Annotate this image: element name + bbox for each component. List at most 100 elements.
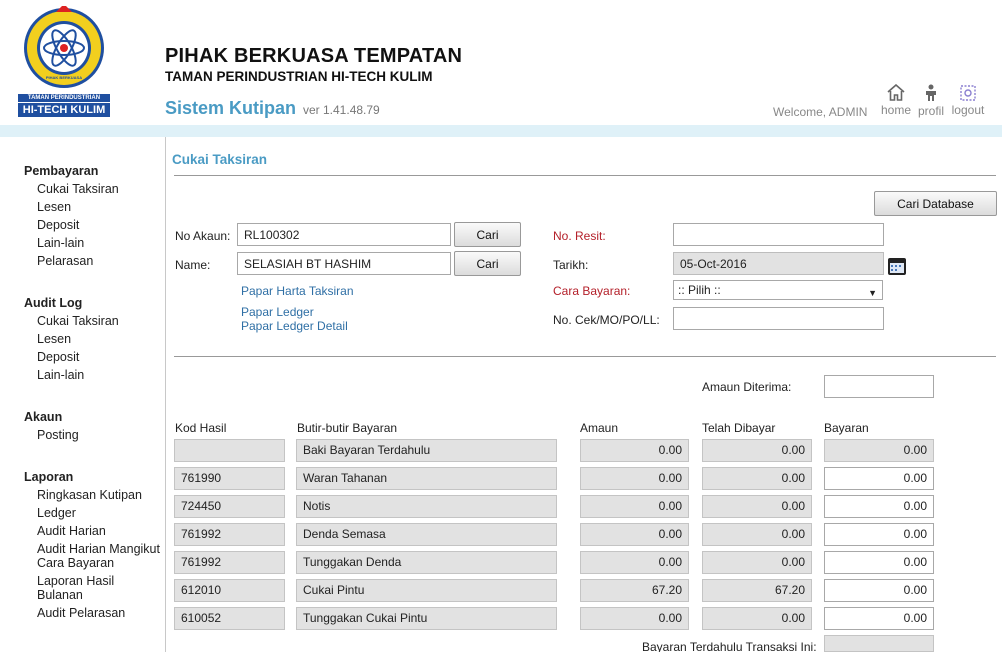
title-divider	[174, 175, 996, 176]
sidebar-item-cukai-taksiran[interactable]: Cukai Taksiran	[24, 180, 164, 198]
nav-logout[interactable]: logout	[950, 84, 986, 117]
main-content: Cukai Taksiran Cari Database No Akaun: C…	[167, 137, 1002, 652]
cari-database-button[interactable]: Cari Database	[874, 191, 997, 216]
cell-telah-dibayar: 0.00	[702, 439, 812, 462]
cell-amaun: 0.00	[580, 523, 689, 546]
nav-home-label: home	[880, 103, 912, 117]
col-header-bayaran: Bayaran	[824, 421, 869, 435]
col-header-butir: Butir-butir Bayaran	[297, 421, 398, 435]
col-header-amaun: Amaun	[580, 421, 619, 435]
sidebar-heading: Audit Log	[24, 296, 83, 310]
sidebar: Pembayaran Cukai Taksiran Lesen Deposit …	[0, 137, 166, 652]
bayaran-input[interactable]: 0.00	[824, 607, 934, 630]
cell-telah-dibayar: 0.00	[702, 523, 812, 546]
sidebar-item-laporan-hasil-bulanan[interactable]: Laporan Hasil Bulanan	[24, 572, 124, 604]
col-header-telah-dibayar: Telah Dibayar	[702, 421, 776, 435]
logo-line1: TAMAN PERINDUSTRIAN	[27, 95, 101, 101]
no-akaun-label: No Akaun:	[175, 229, 231, 243]
sidebar-group-akaun: Akaun Posting	[24, 408, 164, 444]
header-band	[0, 125, 1002, 137]
cell-telah-dibayar: 67.20	[702, 579, 812, 602]
name-label: Name:	[175, 258, 211, 272]
papar-harta-link[interactable]: Papar Harta Taksiran	[241, 284, 354, 298]
cell-kod	[174, 439, 285, 462]
sidebar-group-laporan: Laporan Ringkasan Kutipan Ledger Audit H…	[24, 468, 164, 622]
logout-icon	[960, 85, 976, 101]
papar-ledger-link[interactable]: Papar Ledger	[241, 305, 314, 319]
cell-kod: 761990	[174, 467, 285, 490]
sidebar-item-posting[interactable]: Posting	[24, 426, 164, 444]
sidebar-item-pelarasan[interactable]: Pelarasan	[24, 252, 164, 270]
cell-butir: Tunggakan Cukai Pintu	[296, 607, 557, 630]
sidebar-item-ledger[interactable]: Ledger	[24, 504, 164, 522]
form-divider	[174, 356, 996, 357]
cara-bayaran-select[interactable]: :: Pilih :: ▼	[673, 280, 883, 300]
bayaran-input[interactable]: 0.00	[824, 551, 934, 574]
bayaran-input[interactable]: 0.00	[824, 579, 934, 602]
cell-butir: Tunggakan Denda	[296, 551, 557, 574]
bayaran-input[interactable]: 0.00	[824, 495, 934, 518]
sidebar-group-pembayaran: Pembayaran Cukai Taksiran Lesen Deposit …	[24, 162, 164, 270]
amaun-diterima-input[interactable]	[824, 375, 934, 398]
system-title: Sistem Kutipan	[165, 98, 297, 118]
sidebar-heading: Akaun	[24, 410, 63, 424]
cari-name-button[interactable]: Cari	[454, 251, 521, 276]
bayaran-input[interactable]: 0.00	[824, 467, 934, 490]
sidebar-item-audit-harian[interactable]: Audit Harian	[24, 522, 164, 540]
cari-akaun-button[interactable]: Cari	[454, 222, 521, 247]
bayaran-input[interactable]: 0.00	[824, 523, 934, 546]
col-header-kod-hasil: Kod Hasil	[175, 421, 227, 435]
sidebar-item-audit-deposit[interactable]: Deposit	[24, 348, 164, 366]
sidebar-item-audit-lesen[interactable]: Lesen	[24, 330, 164, 348]
sidebar-group-audit-log: Audit Log Cukai Taksiran Lesen Deposit L…	[24, 294, 164, 384]
page-title: Cukai Taksiran	[172, 152, 268, 167]
cell-kod: 612010	[174, 579, 285, 602]
cara-bayaran-label: Cara Bayaran:	[553, 284, 631, 298]
cell-butir: Notis	[296, 495, 557, 518]
dropdown-arrow-icon: ▼	[868, 288, 877, 298]
logo-top-text: PIHAK BERKUASA TEMPATAN	[45, 75, 83, 80]
cell-kod: 761992	[174, 523, 285, 546]
no-akaun-input[interactable]	[237, 223, 451, 246]
cell-telah-dibayar: 0.00	[702, 607, 812, 630]
sidebar-item-lesen[interactable]: Lesen	[24, 198, 164, 216]
cell-kod: 610052	[174, 607, 285, 630]
sidebar-item-audit-lain-lain[interactable]: Lain-lain	[24, 366, 164, 384]
bayaran-terdahulu-field	[824, 635, 934, 652]
cell-butir: Waran Tahanan	[296, 467, 557, 490]
sidebar-item-audit-pelarasan[interactable]: Audit Pelarasan	[24, 604, 164, 622]
cell-telah-dibayar: 0.00	[702, 495, 812, 518]
cell-butir: Denda Semasa	[296, 523, 557, 546]
cell-butir: Baki Bayaran Terdahulu	[296, 439, 557, 462]
papar-ledger-detail-link[interactable]: Papar Ledger Detail	[241, 319, 348, 333]
cara-bayaran-selected: :: Pilih ::	[678, 283, 721, 297]
cell-kod: 761992	[174, 551, 285, 574]
cell-amaun: 67.20	[580, 579, 689, 602]
council-logo: TAMAN PERINDUSTRIAN HI-TECH KULIM PIHAK …	[16, 4, 112, 119]
name-input[interactable]	[237, 252, 451, 275]
no-cek-label: No. Cek/MO/PO/LL:	[553, 313, 660, 327]
nav-home[interactable]: home	[880, 84, 912, 117]
sidebar-heading: Pembayaran	[24, 164, 99, 178]
no-resit-label: No. Resit:	[553, 229, 606, 243]
sidebar-item-lain-lain[interactable]: Lain-lain	[24, 234, 164, 252]
sidebar-heading: Laporan	[24, 470, 74, 484]
header: TAMAN PERINDUSTRIAN HI-TECH KULIM PIHAK …	[0, 0, 1002, 125]
cell-amaun: 0.00	[580, 551, 689, 574]
nav-profil-label: profil	[917, 104, 944, 118]
no-cek-input[interactable]	[673, 307, 884, 330]
sidebar-item-deposit[interactable]: Deposit	[24, 216, 164, 234]
nav-profil[interactable]: profil	[917, 84, 945, 118]
welcome-text: Welcome, ADMIN	[773, 105, 868, 119]
org-title: PIHAK BERKUASA TEMPATAN	[165, 45, 463, 67]
tarikh-input[interactable]	[673, 252, 884, 275]
no-resit-input[interactable]	[673, 223, 884, 246]
sidebar-item-audit-harian-cara-bayaran[interactable]: Audit Harian Mangikut Cara Bayaran	[24, 540, 164, 572]
calendar-icon[interactable]	[887, 256, 907, 276]
cell-amaun: 0.00	[580, 467, 689, 490]
sidebar-item-ringkasan-kutipan[interactable]: Ringkasan Kutipan	[24, 486, 164, 504]
logo-line2: HI-TECH KULIM	[22, 104, 106, 116]
sidebar-item-audit-cukai-taksiran[interactable]: Cukai Taksiran	[24, 312, 164, 330]
cell-amaun: 0.00	[580, 607, 689, 630]
nav-logout-label: logout	[951, 103, 985, 117]
